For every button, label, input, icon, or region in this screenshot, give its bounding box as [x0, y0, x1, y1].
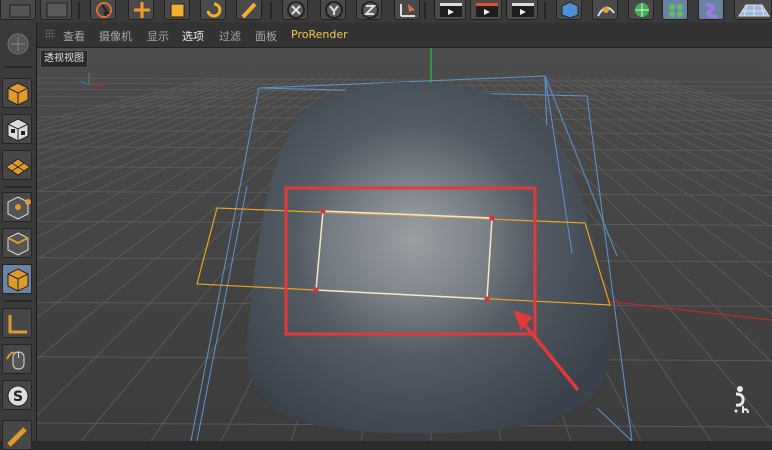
menu-display[interactable]: 显示 [147, 28, 169, 44]
menu-prorender[interactable]: ProRender [291, 28, 348, 41]
scene-canvas[interactable] [37, 48, 772, 441]
render-view-icon[interactable] [434, 0, 466, 20]
render-region-icon[interactable] [40, 0, 72, 20]
array-icon[interactable] [662, 0, 688, 20]
pen-spline-icon[interactable] [592, 0, 618, 20]
brush-icon[interactable] [236, 0, 262, 20]
main-toolbar [0, 0, 772, 23]
menu-grip-icon[interactable] [45, 29, 55, 39]
dynamics-icon[interactable] [2, 420, 32, 450]
undo-icon[interactable] [0, 0, 36, 20]
menu-filter[interactable]: 过滤 [219, 28, 241, 44]
view-label: 透视视图 [40, 50, 88, 68]
texture-mode-icon[interactable] [2, 114, 32, 144]
move-icon[interactable] [128, 0, 154, 20]
viewport-menu-bar: 查看 摄像机 显示 选项 过滤 面板 ProRender [37, 22, 772, 48]
watermark-icon [734, 386, 749, 413]
svg-text:S: S [13, 389, 23, 405]
selected-polygon[interactable] [315, 210, 493, 300]
cube-object-icon[interactable] [556, 0, 582, 20]
y-axis-lock-icon[interactable] [320, 0, 346, 20]
axis-mode-icon[interactable] [2, 308, 32, 338]
polygons-mode-icon[interactable] [2, 264, 32, 294]
points-mode-icon[interactable] [2, 192, 32, 222]
make-editable-icon[interactable] [2, 28, 32, 58]
render-picture-viewer-icon[interactable] [470, 0, 502, 20]
model-mode-icon[interactable] [2, 78, 32, 108]
mode-palette: S [0, 22, 37, 450]
subdivision-icon[interactable] [628, 0, 654, 20]
menu-view[interactable]: 查看 [63, 28, 85, 44]
rotate-icon[interactable] [200, 0, 226, 20]
render-settings-icon[interactable] [506, 0, 538, 20]
snap-icon[interactable]: S [2, 380, 32, 410]
x-axis-lock-icon[interactable] [282, 0, 308, 20]
floor-icon[interactable] [734, 0, 772, 20]
workplane-icon[interactable] [2, 150, 32, 180]
tweak-mode-icon[interactable] [2, 344, 32, 374]
perspective-viewport[interactable]: 透视视图 [37, 48, 772, 441]
menu-camera[interactable]: 摄像机 [99, 28, 132, 44]
select-icon[interactable] [90, 0, 116, 20]
menu-panel[interactable]: 面板 [255, 28, 277, 44]
z-axis-lock-icon[interactable] [356, 0, 382, 20]
edges-mode-icon[interactable] [2, 228, 32, 258]
menu-options[interactable]: 选项 [182, 28, 204, 44]
world-coordinate-icon[interactable] [394, 0, 420, 20]
scale-icon[interactable] [164, 0, 190, 20]
deformer-icon[interactable] [698, 0, 724, 20]
